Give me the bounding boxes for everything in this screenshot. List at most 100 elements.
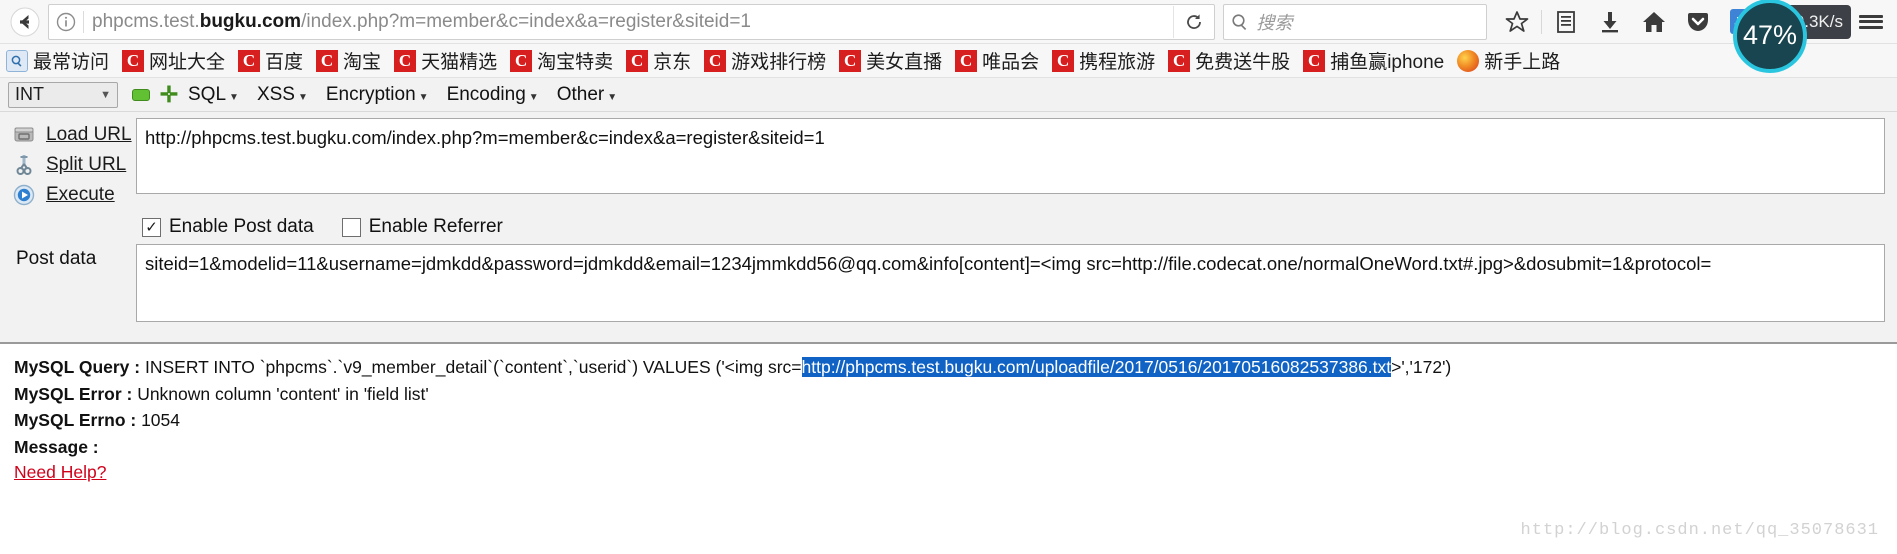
bookmark-label: 美女直播 bbox=[866, 52, 943, 73]
c-icon: C bbox=[955, 49, 978, 72]
mysql-error-value: Unknown column 'content' in 'field list' bbox=[132, 383, 429, 404]
hackbar-action-list: Load URL Split URL Execute bbox=[0, 118, 136, 210]
c-icon: C bbox=[238, 49, 261, 72]
chevron-down-icon: ▼ bbox=[607, 91, 618, 103]
back-button[interactable] bbox=[6, 3, 44, 41]
c-icon: C bbox=[394, 49, 417, 72]
mysql-query-selected-url[interactable]: http://phpcms.test.bugku.com/uploadfile/… bbox=[801, 357, 1392, 377]
encoding-menu-label: Encoding bbox=[446, 83, 526, 105]
bookmark-label: 淘宝特卖 bbox=[537, 52, 614, 73]
search-bar[interactable]: 搜索 bbox=[1223, 3, 1488, 40]
post-data-label-col: Post data bbox=[0, 210, 136, 322]
post-data-textarea[interactable]: siteid=1&modelid=11&username=jdmkdd&pass… bbox=[136, 244, 1885, 322]
xss-menu[interactable]: XSS ▼ bbox=[257, 84, 308, 106]
bookmark-label: 新手上路 bbox=[1484, 52, 1561, 73]
checkmark-icon: ✓ bbox=[145, 218, 158, 236]
bookmark-label: 百度 bbox=[265, 52, 304, 73]
url-domain: bugku.com bbox=[199, 10, 302, 32]
post-data-label: Post data bbox=[16, 248, 97, 269]
bookmark-item-11[interactable]: C 免费送牛股 bbox=[1168, 47, 1290, 74]
bookmark-item-4[interactable]: C 天猫精选 bbox=[394, 47, 497, 74]
bookmark-item-10[interactable]: C 携程旅游 bbox=[1052, 47, 1155, 74]
chevron-down-icon: ▼ bbox=[418, 91, 429, 103]
home-icon[interactable] bbox=[1632, 3, 1676, 41]
hackbar-type-select[interactable]: INT ▼ bbox=[8, 81, 118, 108]
battery-percent-label: 47% bbox=[1742, 20, 1798, 50]
most-visited-icon bbox=[6, 49, 28, 72]
enable-post-data-checkbox[interactable]: ✓ bbox=[142, 217, 161, 237]
bookmark-item-1[interactable]: C 网址大全 bbox=[122, 47, 225, 74]
url-bar[interactable]: phpcms.test.bugku.com/index.php?m=member… bbox=[48, 3, 1216, 40]
bookmark-label: 淘宝 bbox=[343, 52, 382, 73]
bookmark-label: 唯品会 bbox=[982, 52, 1040, 73]
browser-toolbar-icons: JS bbox=[1495, 3, 1764, 41]
hackbar-panel: Load URL Split URL Execute http://phpcms… bbox=[0, 112, 1897, 344]
mysql-query-line: MySQL Query : INSERT INTO `phpcms`.`v9_m… bbox=[14, 354, 1883, 381]
reload-button[interactable] bbox=[1173, 5, 1214, 38]
bookmark-item-13[interactable]: 新手上路 bbox=[1457, 47, 1560, 74]
bookmark-label: 天猫精选 bbox=[421, 52, 498, 73]
c-icon: C bbox=[626, 49, 649, 72]
execute-label: Execute bbox=[46, 184, 115, 205]
bookmark-star-icon[interactable] bbox=[1495, 3, 1539, 41]
c-icon: C bbox=[316, 49, 339, 72]
hackbar-toolbar: INT ▼ ✛ SQL ▼ XSS ▼ Encryption ▼ Encoding ▼ … bbox=[0, 78, 1897, 112]
bookmark-label: 携程旅游 bbox=[1079, 52, 1156, 73]
enable-referrer-checkbox[interactable] bbox=[341, 217, 361, 237]
bookmark-label: 免费送牛股 bbox=[1195, 52, 1291, 73]
hackbar-type-value: INT bbox=[15, 84, 44, 104]
hackbar-checkbox-row: ✓ Enable Post data Enable Referrer bbox=[136, 210, 1885, 244]
message-key: Message : bbox=[14, 436, 99, 457]
bookmark-item-most-visited[interactable]: 最常访问 bbox=[6, 47, 109, 74]
mysql-query-after: >','172') bbox=[1391, 357, 1452, 377]
load-url-button[interactable]: Load URL bbox=[0, 120, 136, 150]
downloads-icon[interactable] bbox=[1588, 3, 1632, 41]
other-menu[interactable]: Other ▼ bbox=[557, 84, 617, 106]
library-icon[interactable] bbox=[1544, 3, 1588, 41]
bookmark-item-6[interactable]: C 京东 bbox=[626, 47, 691, 74]
url-prefix: phpcms.test. bbox=[92, 10, 200, 32]
sql-menu[interactable]: SQL ▼ bbox=[188, 84, 239, 106]
search-input[interactable]: 搜索 bbox=[1256, 9, 1292, 35]
enable-post-data-label: Enable Post data bbox=[169, 216, 314, 237]
c-icon: C bbox=[704, 49, 727, 72]
chevron-down-icon: ▼ bbox=[297, 91, 308, 103]
mysql-query-key: MySQL Query : bbox=[14, 357, 141, 377]
chevron-down-icon: ▼ bbox=[229, 91, 239, 103]
bookmark-item-5[interactable]: C 淘宝特卖 bbox=[510, 47, 613, 74]
network-speed-indicator[interactable]: 🎃 0.3K/s 47% bbox=[1733, 0, 1851, 73]
bookmark-item-3[interactable]: C 淘宝 bbox=[316, 47, 381, 74]
encoding-menu[interactable]: Encoding ▼ bbox=[447, 84, 539, 106]
encryption-menu[interactable]: Encryption ▼ bbox=[326, 84, 429, 106]
bookmarks-bar: 最常访问 C 网址大全 C 百度 C 淘宝 C 天猫精选 C 淘宝特卖 C 京东… bbox=[0, 44, 1897, 78]
battery-indicator: 47% bbox=[1733, 0, 1807, 73]
url-input-textarea[interactable]: http://phpcms.test.bugku.com/index.php?m… bbox=[136, 118, 1885, 194]
execute-button[interactable]: Execute bbox=[0, 180, 136, 210]
load-url-icon bbox=[10, 125, 38, 145]
message-line: Message : bbox=[14, 434, 1883, 461]
plus-button-icon[interactable]: ✛ bbox=[160, 83, 178, 105]
bookmark-label: 网址大全 bbox=[149, 52, 226, 73]
mysql-error-key: MySQL Error : bbox=[14, 383, 133, 404]
split-url-button[interactable]: Split URL bbox=[0, 150, 136, 180]
sql-menu-label: SQL bbox=[188, 83, 227, 105]
need-help-link[interactable]: Need Help? bbox=[14, 462, 106, 483]
bookmark-item-7[interactable]: C 游戏排行榜 bbox=[704, 47, 826, 74]
mysql-query-before: INSERT INTO `phpcms`.`v9_member_detail`(… bbox=[140, 357, 802, 377]
pocket-icon[interactable] bbox=[1676, 3, 1720, 41]
hackbar-options-row: Post data ✓ Enable Post data Enable Refe… bbox=[0, 210, 1897, 322]
c-icon: C bbox=[1168, 49, 1191, 72]
minus-button-icon[interactable] bbox=[132, 88, 150, 101]
hamburger-line bbox=[1859, 14, 1883, 18]
hamburger-line bbox=[1859, 25, 1883, 29]
bookmark-item-2[interactable]: C 百度 bbox=[238, 47, 303, 74]
url-text[interactable]: phpcms.test.bugku.com/index.php?m=member… bbox=[84, 5, 1173, 39]
search-icon bbox=[1224, 13, 1256, 31]
firefox-icon bbox=[1457, 49, 1480, 72]
bookmark-item-9[interactable]: C 唯品会 bbox=[955, 47, 1039, 74]
hamburger-menu-icon[interactable] bbox=[1851, 3, 1891, 41]
bookmark-item-8[interactable]: C 美女直播 bbox=[839, 47, 942, 74]
bookmark-item-12[interactable]: C 捕鱼赢iphone bbox=[1303, 47, 1444, 74]
info-circle-icon[interactable] bbox=[49, 6, 83, 38]
c-icon: C bbox=[510, 49, 533, 72]
